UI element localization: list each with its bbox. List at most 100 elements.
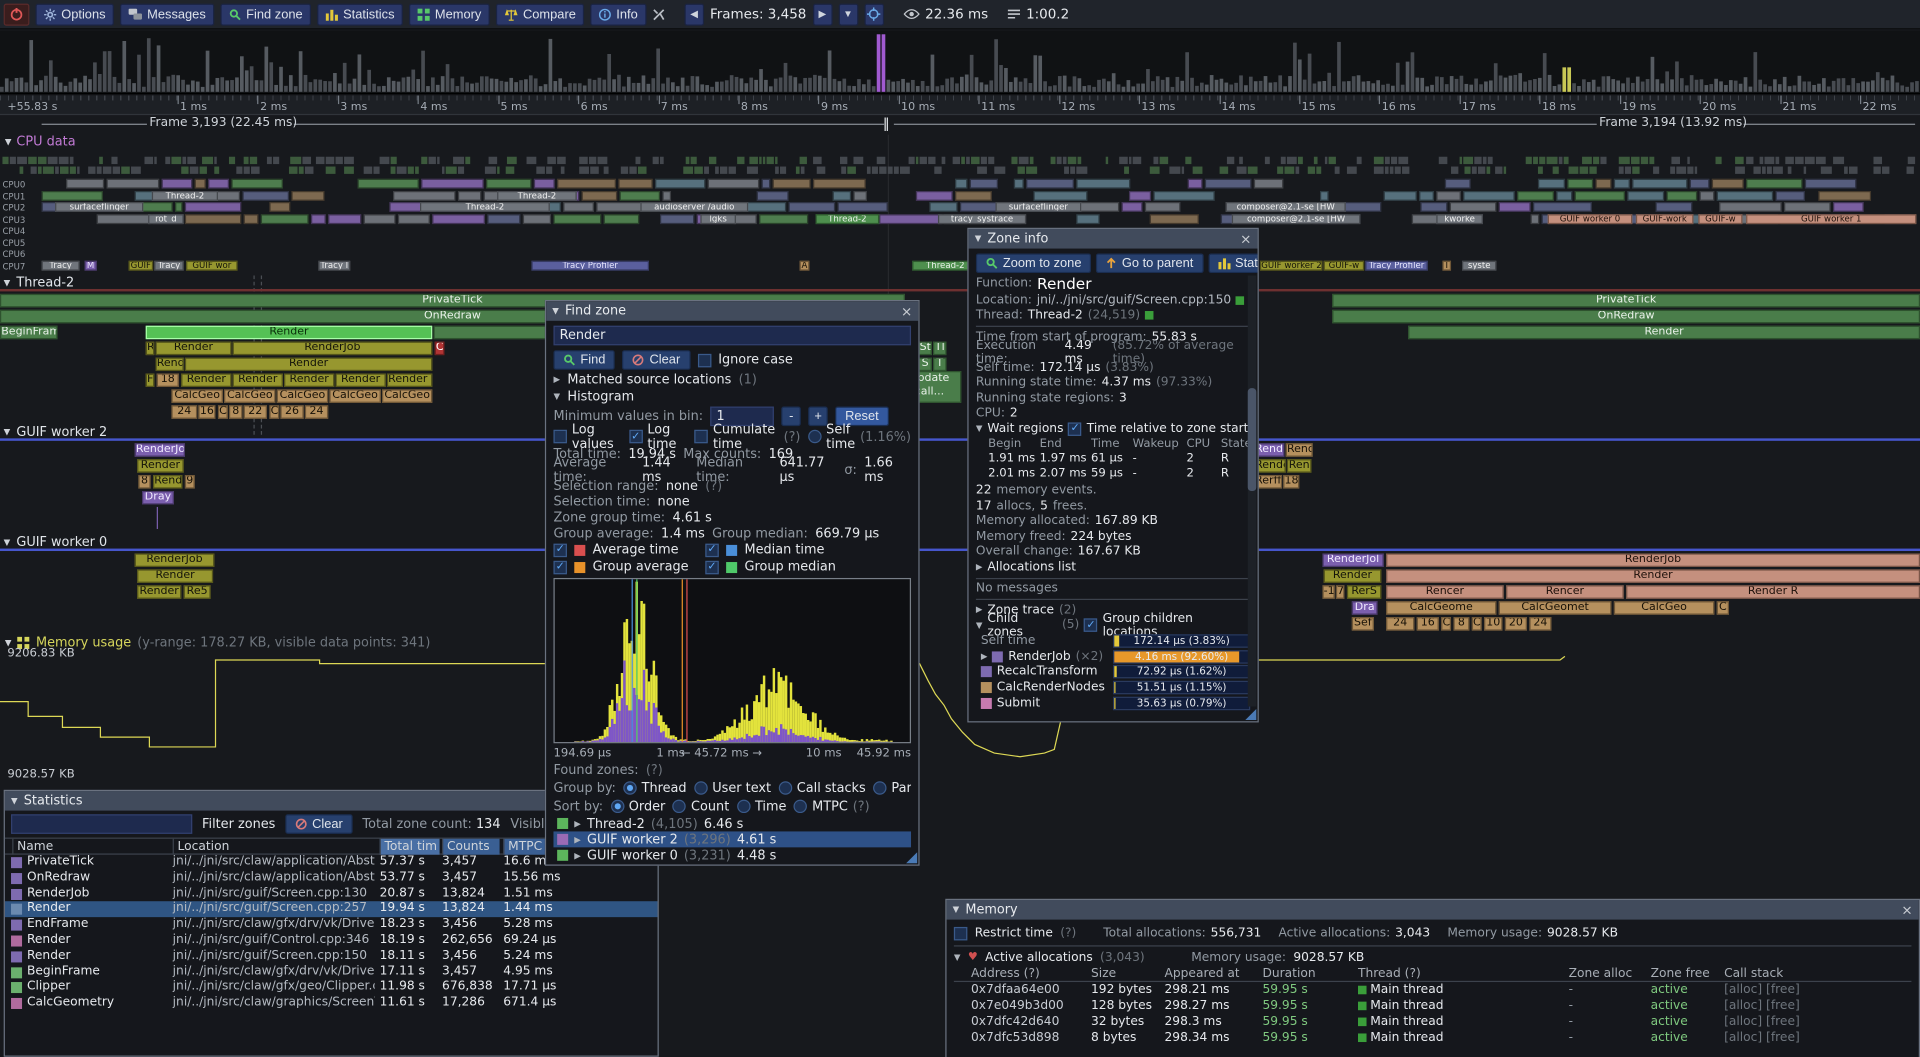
cpu-zone[interactable] <box>1717 190 1773 200</box>
find-button[interactable]: Find <box>553 350 615 370</box>
chevron-right-icon[interactable]: ▶ <box>553 375 560 385</box>
cpu-zone[interactable] <box>1014 179 1023 189</box>
cpu-zone[interactable] <box>1384 190 1417 200</box>
cpu-zone[interactable] <box>1667 190 1697 200</box>
cpu-zone[interactable] <box>1805 179 1857 189</box>
checkbox-cumulate-time[interactable] <box>695 430 708 443</box>
cpu-zone-guif[interactable]: GUIF <box>129 260 153 270</box>
wrench-icon[interactable] <box>652 8 664 20</box>
found-zone-group-thread-2[interactable]: ▶Thread-2(4,105)6.46 s <box>553 816 911 832</box>
group-children-checkbox[interactable] <box>1084 619 1097 632</box>
cpu-zone-lgks[interactable]: lgks <box>700 214 736 224</box>
zone-16[interactable]: 16 <box>1417 617 1439 630</box>
cpu-zone[interactable] <box>1254 179 1284 189</box>
zone-st[interactable]: St <box>918 342 931 355</box>
cpu-zone[interactable] <box>618 179 653 189</box>
cpu-zone-surfaceflinger[interactable]: surfaceflinger <box>996 202 1082 212</box>
toolbar-button-statistics[interactable]: Statistics <box>317 3 403 25</box>
chevron-right-icon[interactable]: ▶ <box>574 819 581 829</box>
cell-cs[interactable]: [alloc] [free] <box>1724 1014 1800 1030</box>
zone-render[interactable]: Render <box>185 358 432 371</box>
zone-c[interactable]: C <box>1717 601 1729 614</box>
cpu-zone[interactable] <box>1076 214 1099 224</box>
zone-render-r[interactable]: Render R <box>1626 585 1920 598</box>
cpu-zone[interactable] <box>789 202 834 212</box>
zone-1[interactable]: -1 <box>1322 585 1334 598</box>
cpu-zone[interactable] <box>759 214 807 224</box>
cpu-zone[interactable] <box>916 190 952 200</box>
zone-24[interactable]: 24 <box>305 405 328 418</box>
chevron-right-icon[interactable]: ▶ <box>574 850 581 860</box>
cpu-zone-tracy-i[interactable]: Tracy I <box>318 260 350 270</box>
zone-7[interactable]: 7 <box>1336 585 1345 598</box>
cpu-zone[interactable] <box>554 214 602 224</box>
child-zone-submit[interactable]: Submit35.63 μs (0.79%) <box>976 696 1250 712</box>
scrollbar[interactable] <box>1248 276 1257 707</box>
zoom-to-zone-button[interactable]: Zoom to zone <box>976 253 1091 273</box>
chevron-right-icon[interactable]: ▶ <box>976 562 983 572</box>
cpu-zone-guif-w[interactable]: GUIF-w <box>1698 214 1742 224</box>
cpu-zone-thread-2[interactable]: Thread-2 <box>816 214 880 224</box>
checkbox-log-time[interactable] <box>629 430 642 443</box>
cpu-zone[interactable] <box>194 179 205 189</box>
thread-value[interactable]: Thread-2 <box>1028 309 1083 322</box>
filter-input[interactable] <box>11 814 192 834</box>
cpu-zone[interactable] <box>1033 190 1087 200</box>
zone-calcgeo[interactable]: CalcGeo <box>329 389 380 402</box>
frame-overview-strip[interactable] <box>0 31 1920 95</box>
cpu-zone[interactable] <box>1320 190 1328 200</box>
cpu-zone-tracy-systrace[interactable]: tracy_systrace <box>938 214 1026 224</box>
zone-c[interactable]: C <box>269 405 279 418</box>
cpu-zone[interactable] <box>433 214 485 224</box>
toolbar-button-memory[interactable]: Memory <box>409 3 490 25</box>
cpu-zone-i[interactable]: I <box>1442 260 1451 270</box>
allocations-list-label[interactable]: Allocations list <box>987 561 1076 574</box>
zone-re5[interactable]: Re5 <box>184 585 211 598</box>
cpu-zone[interactable] <box>1533 202 1592 212</box>
cpu-zone-guif-work[interactable]: GUIF-work <box>1636 214 1694 224</box>
statistics-row-render-3[interactable]: Renderjni/../jni/src/guif/Screen.cpp:257… <box>5 902 658 918</box>
close-icon[interactable]: × <box>901 304 912 317</box>
find-zone-titlebar[interactable]: ▼ Find zone × <box>546 301 918 321</box>
zone-18[interactable]: 18 <box>157 373 179 386</box>
chevron-down-icon[interactable]: ▼ <box>954 953 961 963</box>
cell-cs[interactable]: [alloc] [free] <box>1724 982 1800 998</box>
zone-render-f[interactable]: Render F <box>387 373 432 386</box>
radio-count[interactable] <box>673 800 686 813</box>
cpu-zone[interactable] <box>1719 202 1781 212</box>
restrict-time-checkbox[interactable] <box>954 926 967 939</box>
cpu-zone[interactable] <box>663 190 672 200</box>
next-frame-button[interactable]: ▶ <box>812 3 832 25</box>
cpu-zone-a[interactable]: A <box>800 260 810 270</box>
cpu-zone[interactable] <box>1632 179 1687 189</box>
cpu-zone-composer-2-1-se-hw[interactable]: composer@2.1-se [HW <box>1226 202 1346 212</box>
goto-frame-button[interactable] <box>864 3 884 25</box>
close-icon[interactable]: × <box>1240 232 1251 245</box>
ignore-case-checkbox[interactable] <box>697 353 710 366</box>
cpu-zone[interactable] <box>363 214 395 224</box>
cpu-zone[interactable] <box>604 214 639 224</box>
allocation-row-2[interactable]: 0x7dfc42d64032 bytes298.3 ms59.95 sMain … <box>954 1014 1912 1030</box>
histogram-plot[interactable] <box>553 578 911 743</box>
zone-render[interactable]: Render <box>181 373 231 386</box>
found-zone-group-guif-worker-2[interactable]: ▶GUIF worker 2(3,296)4.61 s <box>553 831 911 847</box>
radio-user-text[interactable] <box>694 781 707 794</box>
cpu-zone[interactable] <box>929 202 958 212</box>
cpu-zone-guif-w[interactable]: GUIF-w <box>1324 260 1364 270</box>
radio-time[interactable] <box>737 800 750 813</box>
cpu-zone[interactable] <box>563 202 594 212</box>
cpu-zone[interactable] <box>1445 179 1471 189</box>
zone-18[interactable]: 18 <box>1283 475 1299 488</box>
collapse-icon[interactable]: ▼ <box>4 538 11 548</box>
cpu-zone[interactable] <box>955 179 967 189</box>
child-zone-renderjob[interactable]: ▶RenderJob(×2)4.16 ms (92.60%) <box>976 649 1250 665</box>
cpu-zone[interactable] <box>1690 179 1710 189</box>
zone-calcgeo[interactable]: CalcGeo <box>382 389 432 402</box>
cpu-zone[interactable] <box>1499 202 1531 212</box>
radio-self-time[interactable] <box>808 430 821 443</box>
cpu-zone[interactable] <box>1568 179 1593 189</box>
cpu-zone[interactable] <box>232 179 282 189</box>
cpu-zone[interactable] <box>269 202 290 212</box>
statistics-row-endframe-4[interactable]: EndFramejni/../jni/src/claw/gfx/drv/vk/D… <box>5 917 658 933</box>
radio-option-time[interactable]: Time <box>737 799 787 814</box>
